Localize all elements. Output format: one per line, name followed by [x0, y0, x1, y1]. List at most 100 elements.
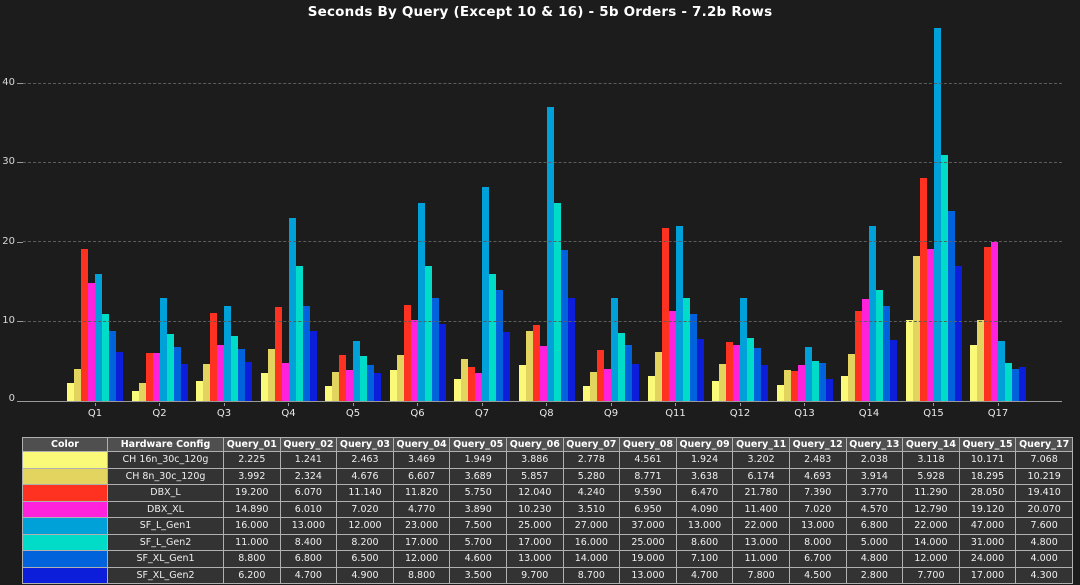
bar-SF_XL_Gen2-Q14 [890, 340, 897, 401]
value-cell: 7.390 [789, 485, 846, 502]
bar-group-Q3 [196, 20, 252, 401]
table-head: ColorHardware ConfigQuery_01Query_02Quer… [23, 438, 1073, 452]
x-label-Q12: Q12 [730, 408, 751, 419]
gridline-20 [23, 241, 1062, 242]
hardware-config-cell: CH 16n_30c_120g [108, 452, 224, 469]
value-cell: 3.992 [224, 468, 281, 485]
bar-group-Q11 [648, 20, 704, 401]
bar-DBX_XL-Q4 [282, 363, 289, 401]
bar-group-Q17 [970, 20, 1026, 401]
bar-SF_XL_Gen1-Q15 [948, 211, 955, 402]
bar-DBX_L-Q12 [726, 342, 733, 401]
bar-CH 16n_30c_120g-Q11 [648, 376, 655, 401]
bar-SF_L_Gen2-Q4 [296, 266, 303, 401]
x-cell-Q9: Q9 [583, 403, 639, 419]
value-cell: 4.693 [789, 468, 846, 485]
bar-CH 8n_30c_120g-Q5 [332, 372, 339, 401]
bar-DBX_L-Q2 [146, 353, 153, 401]
value-cell: 8.800 [393, 567, 450, 584]
bar-SF_XL_Gen1-Q12 [754, 348, 761, 401]
bar-CH 8n_30c_120g-Q4 [268, 349, 275, 401]
value-cell: 22.000 [903, 518, 960, 535]
value-cell: 2.778 [563, 452, 620, 469]
bar-DBX_L-Q8 [533, 325, 540, 401]
value-cell: 4.676 [337, 468, 394, 485]
value-cell: 4.800 [1016, 534, 1073, 551]
value-cell: 14.000 [903, 534, 960, 551]
value-cell: 3.689 [450, 468, 507, 485]
value-cell: 17.000 [959, 567, 1016, 584]
bar-DBX_L-Q13 [791, 371, 798, 401]
bar-CH 16n_30c_120g-Q5 [325, 386, 332, 401]
value-cell: 17.000 [393, 534, 450, 551]
y-tick-label-30: 30 [2, 157, 15, 167]
bar-SF_L_Gen1-Q1 [95, 274, 102, 401]
value-cell: 6.800 [280, 551, 337, 568]
bar-SF_L_Gen2-Q5 [360, 356, 367, 401]
bar-SF_L_Gen1-Q2 [160, 298, 167, 401]
table-body: CH 16n_30c_120g2.2251.2412.4633.4691.949… [23, 452, 1073, 584]
value-cell: 2.483 [789, 452, 846, 469]
bar-CH 16n_30c_120g-Q3 [196, 381, 203, 401]
value-cell: 16.000 [224, 518, 281, 535]
column-header-query-03: Query_03 [337, 438, 394, 452]
value-cell: 13.000 [280, 518, 337, 535]
x-tick-mark-Q14 [869, 403, 870, 406]
value-cell: 3.118 [903, 452, 960, 469]
x-cell-Q6: Q6 [390, 403, 446, 419]
column-header-query-17: Query_17 [1016, 438, 1073, 452]
value-cell: 3.890 [450, 501, 507, 518]
x-label-Q2: Q2 [152, 408, 166, 419]
value-cell: 24.000 [959, 551, 1016, 568]
table-row-CH 16n_30c_120g: CH 16n_30c_120g2.2251.2412.4633.4691.949… [23, 452, 1073, 469]
hardware-config-cell: SF_XL_Gen2 [108, 567, 224, 584]
bar-DBX_L-Q11 [662, 228, 669, 401]
value-cell: 8.800 [224, 551, 281, 568]
bar-DBX_XL-Q15 [927, 249, 934, 401]
value-cell: 5.857 [506, 468, 563, 485]
value-cell: 13.000 [506, 551, 563, 568]
bar-SF_L_Gen2-Q7 [489, 274, 496, 401]
value-cell: 5.000 [846, 534, 903, 551]
bar-DBX_L-Q15 [920, 178, 927, 401]
x-cell-Q8: Q8 [519, 403, 575, 419]
column-header-query-14: Query_14 [903, 438, 960, 452]
data-table: ColorHardware ConfigQuery_01Query_02Quer… [22, 437, 1073, 584]
bar-SF_XL_Gen1-Q9 [625, 345, 632, 401]
value-cell: 5.700 [450, 534, 507, 551]
table-row-SF_L_Gen2: SF_L_Gen211.0008.4008.20017.0005.70017.0… [23, 534, 1073, 551]
x-cell-Q12: Q12 [712, 403, 768, 419]
bar-CH 8n_30c_120g-Q17 [977, 320, 984, 401]
value-cell: 6.174 [733, 468, 790, 485]
value-cell: 4.000 [1016, 551, 1073, 568]
column-header-query-02: Query_02 [280, 438, 337, 452]
value-cell: 8.400 [280, 534, 337, 551]
bar-SF_XL_Gen2-Q8 [568, 298, 575, 401]
bar-CH 16n_30c_120g-Q14 [841, 376, 848, 401]
x-cell-Q15: Q15 [906, 403, 962, 419]
bar-SF_XL_Gen1-Q3 [238, 349, 245, 401]
value-cell: 10.171 [959, 452, 1016, 469]
x-tick-mark-Q12 [740, 403, 741, 406]
x-tick-mark-Q7 [482, 403, 483, 406]
bar-group-Q2 [132, 20, 188, 401]
bar-group-Q1 [67, 20, 123, 401]
y-tick-label-20: 20 [2, 237, 15, 247]
table-row-DBX_L: DBX_L19.2006.07011.14011.8205.75012.0404… [23, 485, 1073, 502]
value-cell: 2.225 [224, 452, 281, 469]
hardware-config-cell: CH 8n_30c_120g [108, 468, 224, 485]
bar-group-Q5 [325, 20, 381, 401]
bar-SF_L_Gen1-Q7 [482, 187, 489, 401]
value-cell: 17.000 [506, 534, 563, 551]
x-label-Q9: Q9 [604, 408, 618, 419]
color-swatch [23, 485, 108, 502]
value-cell: 8.771 [620, 468, 677, 485]
bar-SF_XL_Gen1-Q2 [174, 347, 181, 401]
value-cell: 21.780 [733, 485, 790, 502]
bar-CH 16n_30c_120g-Q2 [132, 391, 139, 401]
value-cell: 47.000 [959, 518, 1016, 535]
value-cell: 2.324 [280, 468, 337, 485]
bar-CH 16n_30c_120g-Q6 [390, 370, 397, 401]
x-tick-mark-Q6 [417, 403, 418, 406]
value-cell: 9.700 [506, 567, 563, 584]
